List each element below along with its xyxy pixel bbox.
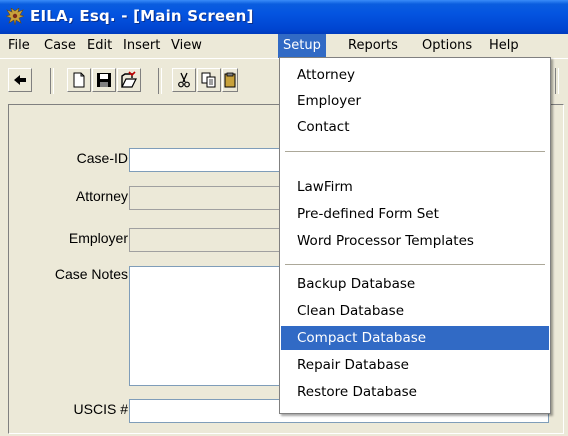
- employer-label: Employer: [68, 230, 128, 246]
- menu-item-employer[interactable]: Employer: [281, 89, 549, 113]
- attorney-label: Attorney: [75, 188, 128, 204]
- menu-item-clean-database[interactable]: Clean Database: [281, 299, 549, 323]
- menu-insert[interactable]: Insert: [118, 34, 165, 58]
- toolbar-separator: [50, 68, 54, 94]
- menu-view[interactable]: View: [166, 34, 207, 58]
- menu-item-compact-database[interactable]: Compact Database: [281, 326, 549, 350]
- case-notes-label: Case Notes: [54, 266, 128, 282]
- back-arrow-icon: [14, 75, 26, 85]
- menu-edit[interactable]: Edit: [82, 34, 117, 58]
- menu-options[interactable]: Options: [417, 34, 477, 58]
- open-button[interactable]: [117, 68, 141, 92]
- new-document-icon: [73, 72, 85, 88]
- menu-item-attorney[interactable]: Attorney: [281, 63, 549, 87]
- paste-icon: [224, 72, 236, 88]
- paste-button[interactable]: [222, 68, 238, 92]
- attorney-field: [129, 186, 289, 210]
- case-id-field[interactable]: [129, 148, 289, 172]
- toolbar-separator: [555, 68, 559, 94]
- cut-icon: [178, 72, 190, 88]
- menu-separator: [285, 151, 545, 152]
- menu-item-repair-database[interactable]: Repair Database: [281, 353, 549, 377]
- save-icon: [97, 73, 111, 87]
- menu-setup[interactable]: Setup: [278, 34, 326, 58]
- back-button[interactable]: [8, 68, 32, 92]
- menu-item-restore-database[interactable]: Restore Database: [281, 380, 549, 404]
- employer-field: [129, 228, 289, 252]
- case-id-label: Case-ID: [76, 150, 128, 166]
- case-notes-field[interactable]: [129, 266, 289, 386]
- menu-help[interactable]: Help: [484, 34, 524, 58]
- menu-separator: [285, 264, 545, 265]
- setup-dropdown-menu: Attorney Employer Contact LawFirm Pre-de…: [279, 57, 551, 414]
- menu-item-word-processor-templates[interactable]: Word Processor Templates: [281, 229, 549, 253]
- menu-item-predefined-form-set[interactable]: Pre-defined Form Set: [281, 202, 549, 226]
- menu-reports[interactable]: Reports: [343, 34, 403, 58]
- save-button[interactable]: [92, 68, 116, 92]
- cut-button[interactable]: [172, 68, 196, 92]
- menu-item-contact[interactable]: Contact: [281, 115, 549, 139]
- menu-case[interactable]: Case: [39, 34, 81, 58]
- new-button[interactable]: [67, 68, 91, 92]
- window-title: EILA, Esq. - [Main Screen]: [30, 7, 254, 25]
- uscis-label: USCIS #: [73, 401, 128, 417]
- menu-item-lawfirm[interactable]: LawFirm: [281, 175, 549, 199]
- title-bar: EILA, Esq. - [Main Screen]: [0, 0, 568, 34]
- menu-item-backup-database[interactable]: Backup Database: [281, 272, 549, 296]
- app-logo-icon[interactable]: [6, 8, 24, 26]
- copy-icon: [201, 72, 216, 88]
- menu-bar: File Case Edit Insert View Setup Reports…: [0, 34, 568, 58]
- open-folder-icon: [121, 71, 137, 88]
- toolbar-separator: [158, 68, 162, 94]
- menu-file[interactable]: File: [3, 34, 35, 58]
- copy-button[interactable]: [197, 68, 221, 92]
